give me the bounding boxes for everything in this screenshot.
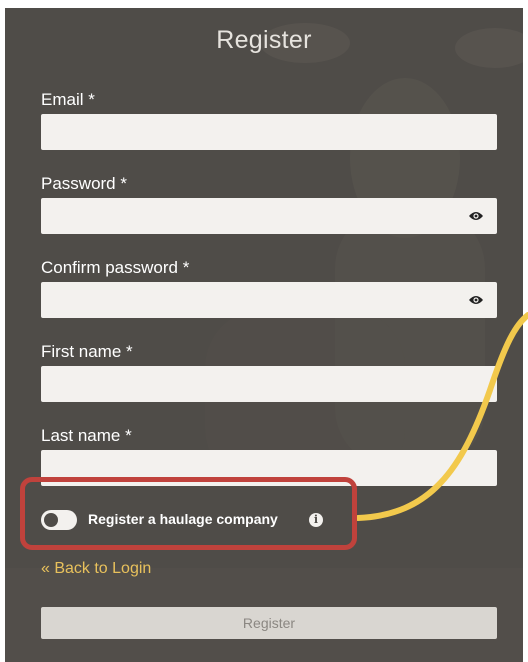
- toggle-knob: [44, 513, 58, 527]
- confirm-password-label: Confirm password *: [41, 258, 190, 277]
- confirm-password-field[interactable]: [41, 282, 497, 318]
- password-label: Password *: [41, 174, 127, 193]
- first-name-label: First name *: [41, 342, 133, 361]
- first-name-field[interactable]: [41, 366, 497, 402]
- last-name-label: Last name *: [41, 426, 132, 445]
- page-title: Register: [216, 26, 312, 54]
- haulage-company-toggle[interactable]: [41, 510, 77, 530]
- info-icon[interactable]: i: [309, 513, 323, 527]
- eye-icon[interactable]: [468, 294, 484, 306]
- eye-icon[interactable]: [468, 210, 484, 222]
- password-field[interactable]: [41, 198, 497, 234]
- haulage-company-label[interactable]: Register a haulage company: [88, 511, 278, 527]
- back-to-login-link[interactable]: « Back to Login: [41, 560, 151, 578]
- register-button[interactable]: Register: [41, 607, 497, 639]
- email-label: Email *: [41, 90, 95, 109]
- email-field[interactable]: [41, 114, 497, 150]
